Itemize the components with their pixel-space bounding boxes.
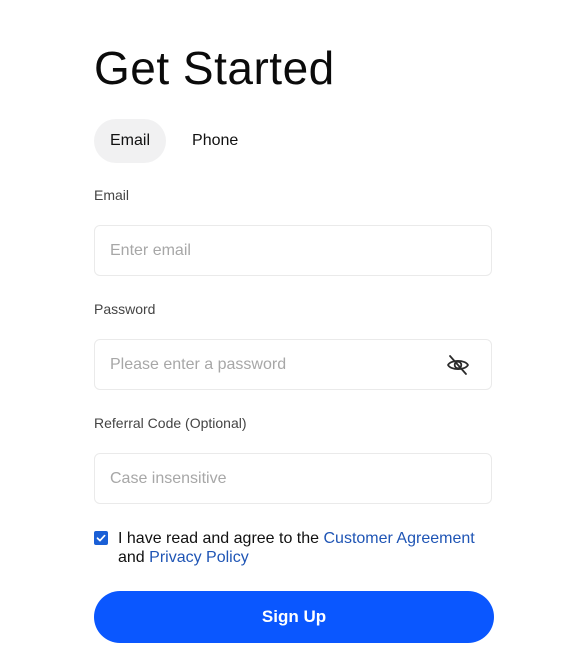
privacy-policy-link[interactable]: Privacy Policy	[149, 549, 249, 566]
email-label: Email	[94, 187, 130, 203]
tab-phone[interactable]: Phone	[176, 119, 254, 163]
sign-up-button[interactable]: Sign Up	[94, 591, 494, 643]
signup-page: Get Started Email Phone Email Password R…	[0, 0, 563, 666]
checkmark-icon	[96, 534, 106, 542]
customer-agreement-link[interactable]: Customer Agreement	[324, 530, 475, 547]
agreement-text-and: and	[118, 549, 145, 566]
eye-slash-icon[interactable]	[445, 353, 471, 377]
agreement-text: I have read and agree to the Customer Ag…	[118, 529, 508, 567]
referral-field-box	[94, 453, 492, 504]
agreement-checkbox[interactable]	[94, 531, 108, 545]
password-field-box	[94, 339, 492, 390]
password-input[interactable]	[110, 340, 430, 389]
referral-code-input[interactable]	[110, 454, 430, 503]
page-title: Get Started	[94, 42, 335, 94]
email-field-box	[94, 225, 492, 276]
password-label: Password	[94, 301, 156, 317]
tab-email[interactable]: Email	[94, 119, 167, 163]
auth-method-tabs: Email Phone	[94, 119, 254, 163]
referral-label: Referral Code (Optional)	[94, 415, 247, 431]
email-input[interactable]	[110, 226, 430, 275]
agreement-text-prefix: I have read and agree to the	[118, 530, 320, 547]
